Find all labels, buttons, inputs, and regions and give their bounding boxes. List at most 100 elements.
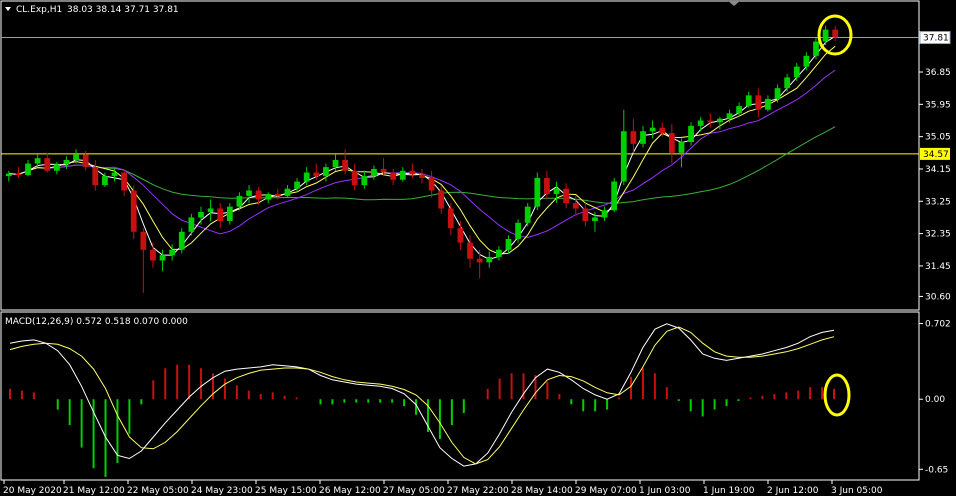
- candle-body: [592, 217, 598, 222]
- candle-body: [82, 154, 89, 168]
- y-tick-label: 31.45: [925, 262, 951, 272]
- candle-body: [246, 190, 252, 196]
- candle-body: [630, 131, 637, 144]
- candle-body: [611, 181, 618, 211]
- candle-body: [668, 133, 675, 153]
- candle-body: [73, 154, 79, 160]
- candle-body: [150, 249, 156, 261]
- macd-y-tick-label: -0.65: [925, 465, 948, 475]
- y-tick-label: 36.85: [925, 68, 951, 78]
- candle-body: [25, 163, 31, 176]
- x-tick-label: 1 Jun 03:00: [639, 486, 691, 496]
- candle-body: [717, 118, 723, 123]
- candle-body: [534, 177, 541, 207]
- y-tick-label: 34.15: [925, 165, 951, 175]
- candle-body: [121, 172, 127, 191]
- candle-body: [476, 258, 483, 263]
- candle-body: [294, 181, 300, 189]
- candle-body: [582, 208, 589, 222]
- candle-body: [793, 66, 800, 78]
- candle-body: [63, 159, 70, 165]
- candle-body: [784, 77, 791, 89]
- candle-body: [505, 238, 512, 250]
- candle-body: [697, 120, 704, 126]
- x-tick-label: 20 May 2020: [3, 486, 62, 496]
- candle-body: [44, 158, 51, 171]
- y-tick-label: 33.25: [925, 197, 951, 207]
- macd-y-tick-label: 0.00: [925, 395, 945, 405]
- candle-body: [659, 127, 666, 134]
- y-tick-label: 30.60: [925, 292, 951, 302]
- candle-body: [217, 208, 224, 222]
- candle-body: [601, 210, 608, 218]
- candle-body: [159, 255, 166, 261]
- candle-body: [130, 190, 137, 232]
- candle-body: [140, 231, 147, 250]
- candle-body: [707, 120, 714, 123]
- candle-body: [198, 212, 204, 218]
- candle-body: [323, 167, 329, 177]
- candle-body: [361, 176, 368, 186]
- x-tick-label: 29 May 07:00: [575, 486, 637, 496]
- x-tick-label: 26 May 12:00: [319, 486, 381, 496]
- symbol-header: CL.Exp,H1: [16, 5, 62, 15]
- candle-body: [188, 217, 195, 232]
- candle-body: [438, 190, 445, 209]
- level-price-tag: 34.57: [920, 147, 950, 160]
- candle-body: [111, 172, 118, 177]
- candle-body: [419, 174, 425, 178]
- candle-body: [169, 249, 176, 256]
- svg-text:37.81: 37.81: [923, 34, 949, 44]
- current-price-tag: 37.81: [919, 31, 951, 45]
- candle-body: [755, 95, 762, 110]
- candle-body: [486, 256, 493, 263]
- x-tick-label: 24 May 23:00: [191, 486, 253, 496]
- candle-body: [495, 249, 502, 257]
- macd-header: MACD(12,26,9) 0.572 0.518 0.070 0.000: [5, 317, 188, 327]
- candle-body: [544, 177, 550, 195]
- candle-body: [92, 167, 99, 186]
- trading-chart: 36.85 35.95 35.05 34.15 33.25 32.35 31.45 30.60…: [0, 0, 956, 496]
- candle-body: [736, 106, 742, 114]
- candle-body: [371, 168, 377, 177]
- candle-body: [303, 172, 310, 182]
- candle-body: [649, 127, 656, 132]
- candle-body: [390, 172, 397, 180]
- candle-body: [34, 158, 41, 164]
- candle-body: [255, 190, 262, 200]
- candle-body: [447, 208, 454, 229]
- candle-body: [236, 195, 243, 207]
- y-tick-label: 35.05: [925, 133, 951, 143]
- candle-body: [688, 125, 694, 143]
- candle-body: [207, 208, 214, 213]
- candle-body: [467, 242, 473, 259]
- candle-body: [313, 172, 320, 177]
- x-tick-label: 28 May 14:00: [511, 486, 573, 496]
- ohlc-header: 38.03 38.14 37.71 37.81: [67, 5, 179, 15]
- candle-body: [332, 159, 339, 168]
- x-tick-label: 27 May 22:00: [447, 486, 509, 496]
- x-tick-label: 21 May 12:00: [63, 486, 125, 496]
- candle-body: [765, 98, 771, 110]
- y-tick-label: 32.35: [925, 230, 951, 240]
- candle-body: [284, 188, 291, 196]
- candle-body: [102, 176, 108, 186]
- candle-body: [399, 170, 406, 180]
- candle-body: [726, 113, 733, 119]
- candle-body: [428, 177, 435, 191]
- candle-body: [274, 194, 281, 196]
- y-tick-label: 35.95: [925, 100, 951, 110]
- x-tick-label: 3 Jun 05:00: [831, 486, 883, 496]
- candle-body: [351, 170, 358, 186]
- candle-body: [774, 88, 781, 99]
- x-tick-label: 2 Jun 12:00: [767, 486, 819, 496]
- candle-body: [342, 159, 349, 171]
- candle-body: [832, 29, 839, 38]
- candle-body: [380, 168, 387, 173]
- candle-body: [572, 203, 579, 209]
- candle-body: [15, 173, 22, 176]
- candle-body: [803, 55, 810, 67]
- candle-body: [813, 41, 819, 56]
- candle-body: [409, 170, 416, 175]
- candle-body: [524, 206, 531, 223]
